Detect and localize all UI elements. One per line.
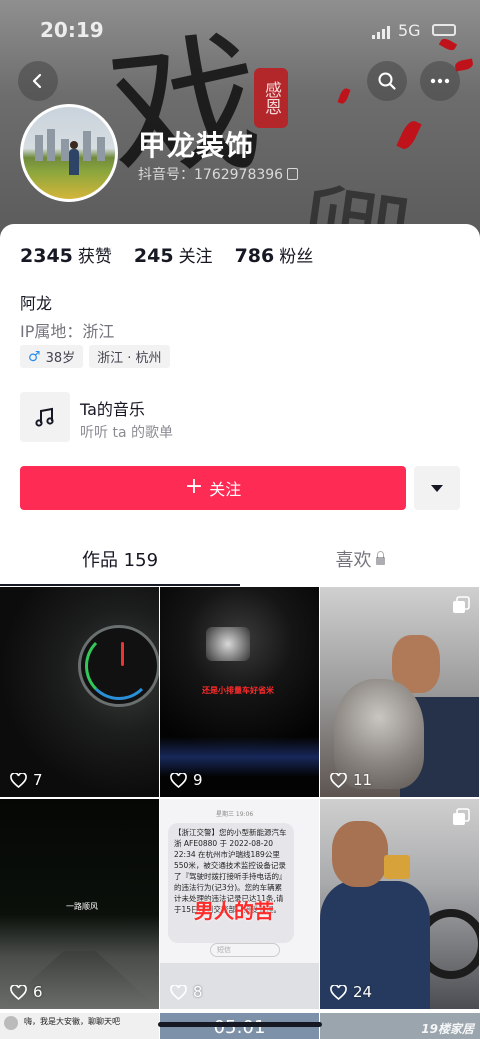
lock-icon [375,551,385,565]
search-button[interactable] [367,61,407,101]
location-tag: 浙江 · 杭州 [89,345,170,368]
plus-icon: + [184,474,204,499]
watermark: 19楼家居 [421,1022,474,1036]
bio-name: 阿龙 [20,294,53,313]
status-bar: 20:19 5G [0,0,480,56]
like-count: 7 [10,771,43,789]
heart-icon [10,772,27,788]
sms-input: 短信 [210,943,280,957]
multi-image-icon [453,808,470,825]
video-tile[interactable]: 11 [320,587,479,797]
copy-icon[interactable] [287,168,299,180]
avatar[interactable] [20,104,118,202]
music-entry[interactable]: Ta的音乐 听听 ta 的歌单 [20,392,460,444]
video-tile[interactable]: 星期三 19:06 【浙江交警】您的小型新能源汽车浙 AFE0880 于 202… [160,799,319,1009]
sms-bubble: 【浙江交警】您的小型新能源汽车浙 AFE0880 于 2022-08-20 22… [168,823,294,943]
video-tile[interactable]: 还是小排量车好省米 9 [160,587,319,797]
music-title: Ta的音乐 [80,400,145,419]
video-tile[interactable]: 24 [320,799,479,1009]
like-count: 6 [10,983,43,1001]
heart-icon [170,772,187,788]
sms-header: 星期三 19:06 [216,811,254,818]
back-button[interactable] [18,61,58,101]
tab-likes[interactable]: 喜欢 [240,542,480,588]
petal-decoration [454,58,474,72]
battery-icon [432,24,456,36]
heart-icon [330,772,347,788]
content-tabs: 作品 159 喜欢 [0,542,480,588]
search-icon [378,72,396,90]
petal-decoration [337,87,351,105]
video-caption: 一路顺风 [66,902,98,911]
video-tile[interactable]: 19楼家居 [320,1013,480,1039]
music-subtitle: 听听 ta 的歌单 [80,425,173,441]
stat-likes[interactable]: 2345 获赞 [20,242,112,267]
signal-icon [372,26,390,39]
stat-following[interactable]: 245 关注 [134,242,213,267]
stats-row: 2345 获赞 245 关注 786 粉丝 [20,242,335,267]
stat-followers[interactable]: 786 粉丝 [235,242,314,267]
dashboard-gauge [78,625,159,707]
like-count: 9 [170,771,203,789]
more-button[interactable] [420,61,460,101]
video-tile[interactable]: 7 [0,587,159,797]
nickname: 甲龙装饰 [138,129,255,162]
like-count: 11 [330,771,372,789]
heart-icon [10,984,27,1000]
home-indicator[interactable] [158,1022,322,1027]
gender-age-tag: ♂ 38岁 [20,345,84,368]
tab-works[interactable]: 作品 159 [0,542,240,588]
tags-row: ♂ 38岁 浙江 · 杭州 [20,345,170,368]
like-count: 24 [330,983,372,1001]
male-icon: ♂ [28,348,41,365]
avatar [4,1016,18,1030]
recommend-dropdown-button[interactable] [414,466,460,510]
cover-seal: 感恩 [254,68,288,128]
chevron-left-icon [32,73,42,89]
video-caption: 还是小排量车好省米 [202,686,274,695]
music-note-icon [20,392,70,442]
more-dots-icon [430,78,450,84]
status-time: 20:19 [40,18,104,42]
video-caption: 男人的苦 [194,899,274,923]
video-tile[interactable]: 一路顺风 6 [0,799,159,1009]
caret-down-icon [431,484,443,492]
douyin-id[interactable]: 抖音号：1762978396 [138,164,299,184]
heart-icon [170,984,187,1000]
multi-image-icon [453,596,470,613]
video-tile[interactable]: 嗨，我是大安徽，聊聊天吧 [0,1013,159,1039]
like-count: 8 [170,983,203,1001]
petal-decoration [396,118,422,152]
status-network: 5G [398,21,421,40]
follow-button[interactable]: + 关注 [20,466,406,510]
ip-location: IP属地：浙江 [20,322,115,341]
heart-icon [330,984,347,1000]
